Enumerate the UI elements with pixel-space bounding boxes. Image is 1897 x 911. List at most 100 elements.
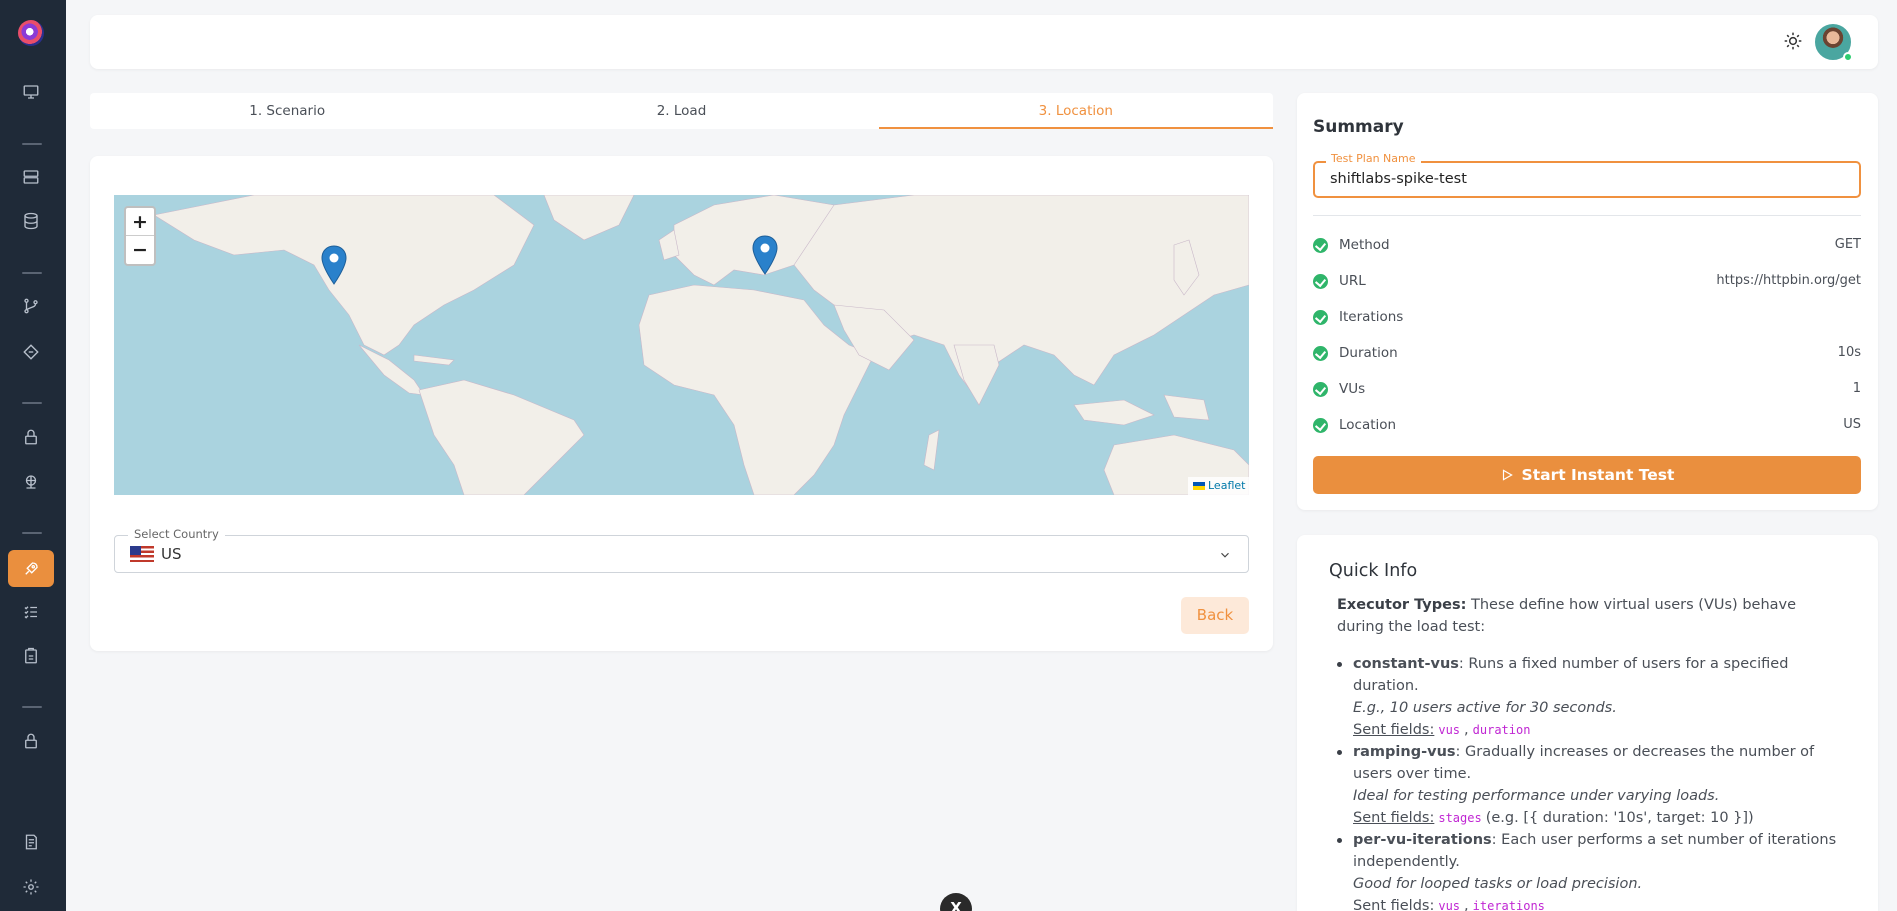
summary-row-value: 10s (1837, 345, 1861, 360)
theme-toggle-sun-icon[interactable] (1783, 31, 1803, 51)
summary-row-value: US (1843, 417, 1861, 432)
zoom-in-button[interactable]: + (126, 208, 154, 236)
sent-fields-label: Sent fields: (1353, 722, 1435, 738)
rocket-icon[interactable] (18, 556, 44, 582)
executor-example: Good for looped tasks or load precision. (1353, 876, 1643, 892)
settings-gear-icon[interactable] (18, 874, 44, 900)
test-plan-name-value[interactable]: shiftlabs-spike-test (1330, 171, 1467, 187)
country-select-value: US (161, 545, 182, 563)
summary-row-label: Method (1339, 237, 1390, 253)
field-sep: , (1464, 898, 1469, 911)
list-item: per-vu-iterations: Each user performs a … (1337, 829, 1857, 911)
field-sep: , (1464, 722, 1469, 738)
executor-example: E.g., 10 users active for 30 seconds. (1353, 700, 1617, 716)
back-button[interactable]: Back (1181, 597, 1249, 634)
check-circle-icon (1313, 238, 1328, 253)
summary-row-url: URL https://httpbin.org/get (1313, 271, 1861, 293)
summary-row-vus: VUs 1 (1313, 379, 1861, 401)
sent-fields-label: Sent fields: (1353, 810, 1435, 826)
sidebar-divider (22, 532, 42, 534)
field-code: duration (1472, 723, 1531, 737)
check-circle-icon (1313, 346, 1328, 361)
check-circle-icon (1313, 418, 1328, 433)
ukraine-flag-icon (1193, 482, 1205, 490)
sent-fields: Sent fields: vus, duration (1353, 719, 1857, 741)
sent-fields-label: Sent fields: (1353, 898, 1435, 911)
git-branch-icon[interactable] (18, 293, 44, 319)
quick-info-title: Quick Info (1329, 561, 1418, 581)
summary-title: Summary (1313, 117, 1404, 137)
map-attribution[interactable]: Leaflet (1188, 477, 1251, 495)
list-item: constant-vus: Runs a fixed number of use… (1337, 653, 1857, 741)
test-plan-name-label: Test Plan Name (1326, 152, 1421, 165)
monitor-icon[interactable] (18, 79, 44, 105)
field-code: stages (1438, 811, 1482, 825)
intro-bold: Executor Types: (1337, 597, 1467, 613)
summary-row-duration: Duration 10s (1313, 343, 1861, 365)
field-code: vus (1438, 899, 1461, 911)
check-circle-icon (1313, 310, 1328, 325)
summary-row-label: Iterations (1339, 309, 1404, 325)
chevron-down-icon[interactable] (1218, 548, 1232, 562)
map-marker-us-west[interactable] (320, 245, 348, 285)
map-zoom-control: + − (124, 206, 156, 266)
executor-list: constant-vus: Runs a fixed number of use… (1337, 653, 1857, 911)
lock-icon-secondary[interactable] (18, 728, 44, 754)
database-icon[interactable] (18, 208, 44, 234)
summary-row-label: VUs (1339, 381, 1366, 397)
summary-row-value: GET (1834, 237, 1861, 252)
globe-network-icon[interactable] (18, 469, 44, 495)
clipboard-icon[interactable] (18, 643, 44, 669)
app-logo[interactable] (18, 20, 44, 46)
executor-name: ramping-vus (1353, 744, 1456, 760)
wizard-stepper: 1. Scenario 2. Load 3. Location (90, 93, 1273, 129)
summary-row-location: Location US (1313, 415, 1861, 437)
us-flag-icon (130, 546, 154, 562)
sidebar (0, 0, 66, 911)
lock-icon[interactable] (18, 424, 44, 450)
field-code: vus (1438, 723, 1461, 737)
checklist-icon[interactable] (18, 599, 44, 625)
check-circle-icon (1313, 382, 1328, 397)
floating-x-badge[interactable]: X (940, 893, 972, 911)
zoom-out-button[interactable]: − (126, 236, 154, 264)
online-status-dot (1843, 52, 1853, 62)
summary-row-iterations: Iterations (1313, 307, 1861, 329)
top-header (90, 15, 1878, 69)
leaflet-link[interactable]: Leaflet (1208, 479, 1245, 492)
start-button-label: Start Instant Test (1521, 466, 1675, 484)
start-instant-test-button[interactable]: Start Instant Test (1313, 456, 1861, 494)
docs-icon[interactable] (18, 829, 44, 855)
step-location[interactable]: 3. Location (878, 93, 1273, 129)
executor-example: Ideal for testing performance under vary… (1353, 788, 1720, 804)
api-diamond-icon[interactable] (18, 339, 44, 365)
country-select[interactable] (114, 535, 1249, 573)
summary-row-label: Duration (1339, 345, 1398, 361)
map-marker-turkey[interactable] (751, 235, 779, 275)
field-code: iterations (1472, 899, 1545, 911)
map-tiles (153, 195, 1249, 495)
check-circle-icon (1313, 274, 1328, 289)
step-scenario[interactable]: 1. Scenario (90, 93, 484, 129)
executor-name: constant-vus (1353, 656, 1459, 672)
summary-row-label: Location (1339, 417, 1397, 433)
step-load[interactable]: 2. Load (484, 93, 878, 129)
summary-row-label: URL (1339, 273, 1366, 289)
sent-fields: Sent fields: vus, iterations (1353, 895, 1857, 911)
server-icon[interactable] (18, 164, 44, 190)
sent-fields: Sent fields: stages (e.g. [{ duration: '10… (1353, 807, 1857, 829)
list-item: ramping-vus: Gradually increases or decr… (1337, 741, 1857, 829)
sidebar-divider (22, 143, 42, 145)
summary-row-value: https://httpbin.org/get (1716, 273, 1861, 288)
sidebar-divider (22, 272, 42, 274)
sidebar-divider (22, 706, 42, 708)
summary-row-value: 1 (1852, 381, 1861, 396)
country-select-label: Select Country (128, 527, 225, 541)
quick-info-intro: Executor Types: These define how virtual… (1337, 594, 1837, 638)
sidebar-divider (22, 402, 42, 404)
summary-divider (1313, 215, 1861, 216)
world-map[interactable] (114, 195, 1249, 495)
summary-row-method: Method GET (1313, 235, 1861, 257)
play-icon (1502, 469, 1513, 481)
field-extra: (e.g. [{ duration: '10s', target: 10 }]) (1485, 810, 1754, 826)
